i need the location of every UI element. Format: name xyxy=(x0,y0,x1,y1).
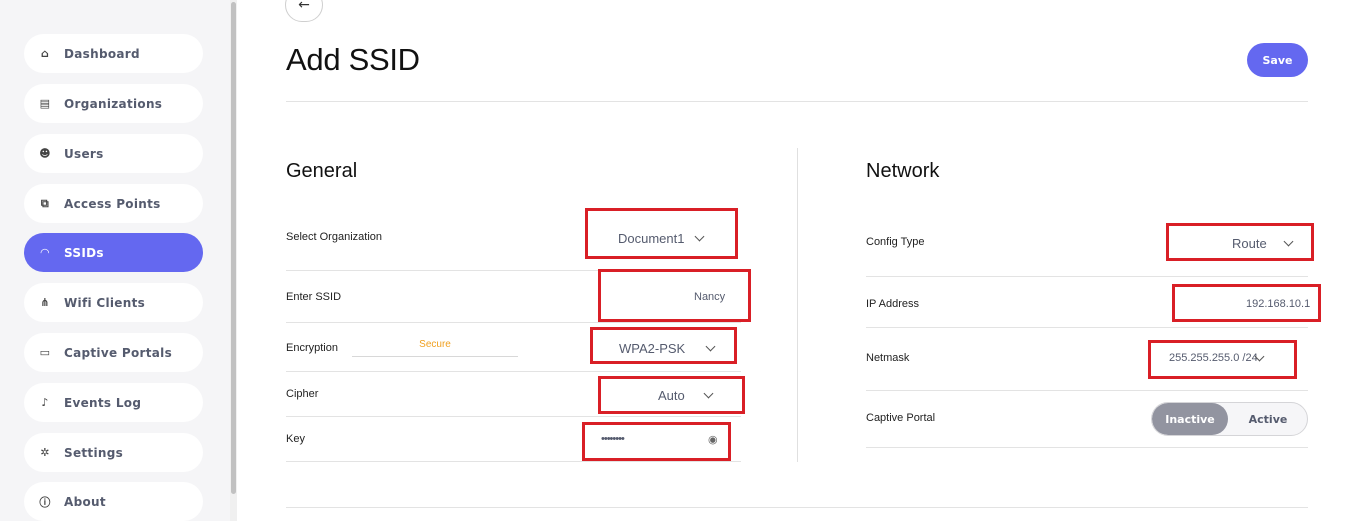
scrollbar-thumb[interactable] xyxy=(231,2,236,494)
organization-label: Select Organization xyxy=(286,231,382,243)
users-icon: ☻ xyxy=(39,147,51,160)
network-icon: ⋔ xyxy=(40,296,50,309)
captive-portal-inactive-option[interactable]: Inactive xyxy=(1152,403,1228,435)
sidebar-item-label: Events Log xyxy=(64,395,142,410)
captive-portal-active-option[interactable]: Active xyxy=(1228,403,1307,435)
sidebar-item-dashboard[interactable]: ⌂ Dashboard xyxy=(24,34,203,73)
sidebar-item-captive-portals[interactable]: ▭ Captive Portals xyxy=(24,333,203,372)
sidebar-item-label: Users xyxy=(64,146,104,161)
netmask-label: Netmask xyxy=(866,352,910,364)
highlight-box xyxy=(585,208,738,259)
monitor-icon: ▭ xyxy=(39,346,51,359)
gear-icon: ✲ xyxy=(40,446,50,459)
row-divider xyxy=(286,461,741,462)
sidebar-item-events-log[interactable]: ♪ Events Log xyxy=(24,383,203,422)
row-divider xyxy=(866,276,1308,277)
sidebar: ⌂ Dashboard ▤ Organizations ☻ Users ⧉ Ac… xyxy=(0,0,237,521)
footer-divider xyxy=(286,507,1308,508)
arrow-left-icon: ← xyxy=(298,0,310,13)
highlight-box xyxy=(1172,284,1321,322)
row-divider xyxy=(286,371,741,372)
sidebar-item-label: Captive Portals xyxy=(64,345,173,360)
info-icon: ⓘ xyxy=(39,495,51,509)
highlight-box xyxy=(1148,340,1297,379)
row-divider xyxy=(866,447,1308,448)
sidebar-item-label: Access Points xyxy=(64,196,161,211)
captive-portal-label: Captive Portal xyxy=(866,412,936,424)
building-icon: ▤ xyxy=(39,97,51,110)
header-divider xyxy=(286,101,1308,102)
highlight-box xyxy=(598,376,745,414)
column-divider xyxy=(797,148,798,462)
highlight-box xyxy=(598,269,751,322)
sidebar-scrollbar[interactable] xyxy=(230,0,237,521)
save-button[interactable]: Save xyxy=(1247,43,1308,77)
sidebar-item-label: Organizations xyxy=(64,96,163,111)
captive-portal-toggle[interactable]: Inactive Active xyxy=(1151,402,1308,436)
cipher-label: Cipher xyxy=(286,388,319,400)
config-type-label: Config Type xyxy=(866,236,925,248)
highlight-box xyxy=(590,327,737,364)
general-section-title: General xyxy=(286,160,358,182)
devices-icon: ⧉ xyxy=(40,196,50,210)
sidebar-item-label: SSIDs xyxy=(64,245,104,260)
key-label: Key xyxy=(286,433,305,445)
encryption-label: Encryption xyxy=(286,342,338,354)
home-icon: ⌂ xyxy=(40,47,50,60)
highlight-box xyxy=(582,422,731,461)
wifi-icon: ◠ xyxy=(40,246,50,259)
sidebar-item-label: About xyxy=(64,494,106,509)
highlight-box xyxy=(1166,223,1314,261)
bell-icon: ♪ xyxy=(41,396,49,409)
sidebar-item-ssids[interactable]: ◠ SSIDs xyxy=(24,233,203,272)
ip-address-label: IP Address xyxy=(866,298,919,310)
sidebar-item-organizations[interactable]: ▤ Organizations xyxy=(24,84,203,123)
sidebar-item-label: Wifi Clients xyxy=(64,295,146,310)
sidebar-item-users[interactable]: ☻ Users xyxy=(24,134,203,173)
encryption-strength: Secure xyxy=(352,339,518,357)
sidebar-item-label: Settings xyxy=(64,445,124,460)
network-section-title: Network xyxy=(866,160,940,182)
back-button[interactable]: ← xyxy=(285,0,323,22)
sidebar-item-about[interactable]: ⓘ About xyxy=(24,482,203,521)
sidebar-item-label: Dashboard xyxy=(64,46,140,61)
sidebar-item-access-points[interactable]: ⧉ Access Points xyxy=(24,184,203,223)
row-divider xyxy=(866,327,1308,328)
ssid-label: Enter SSID xyxy=(286,291,342,303)
sidebar-item-settings[interactable]: ✲ Settings xyxy=(24,433,203,472)
sidebar-item-wifi-clients[interactable]: ⋔ Wifi Clients xyxy=(24,283,203,322)
row-divider xyxy=(286,322,741,323)
row-divider xyxy=(286,416,741,417)
page-title: Add SSID xyxy=(286,42,420,77)
row-divider xyxy=(866,390,1308,391)
